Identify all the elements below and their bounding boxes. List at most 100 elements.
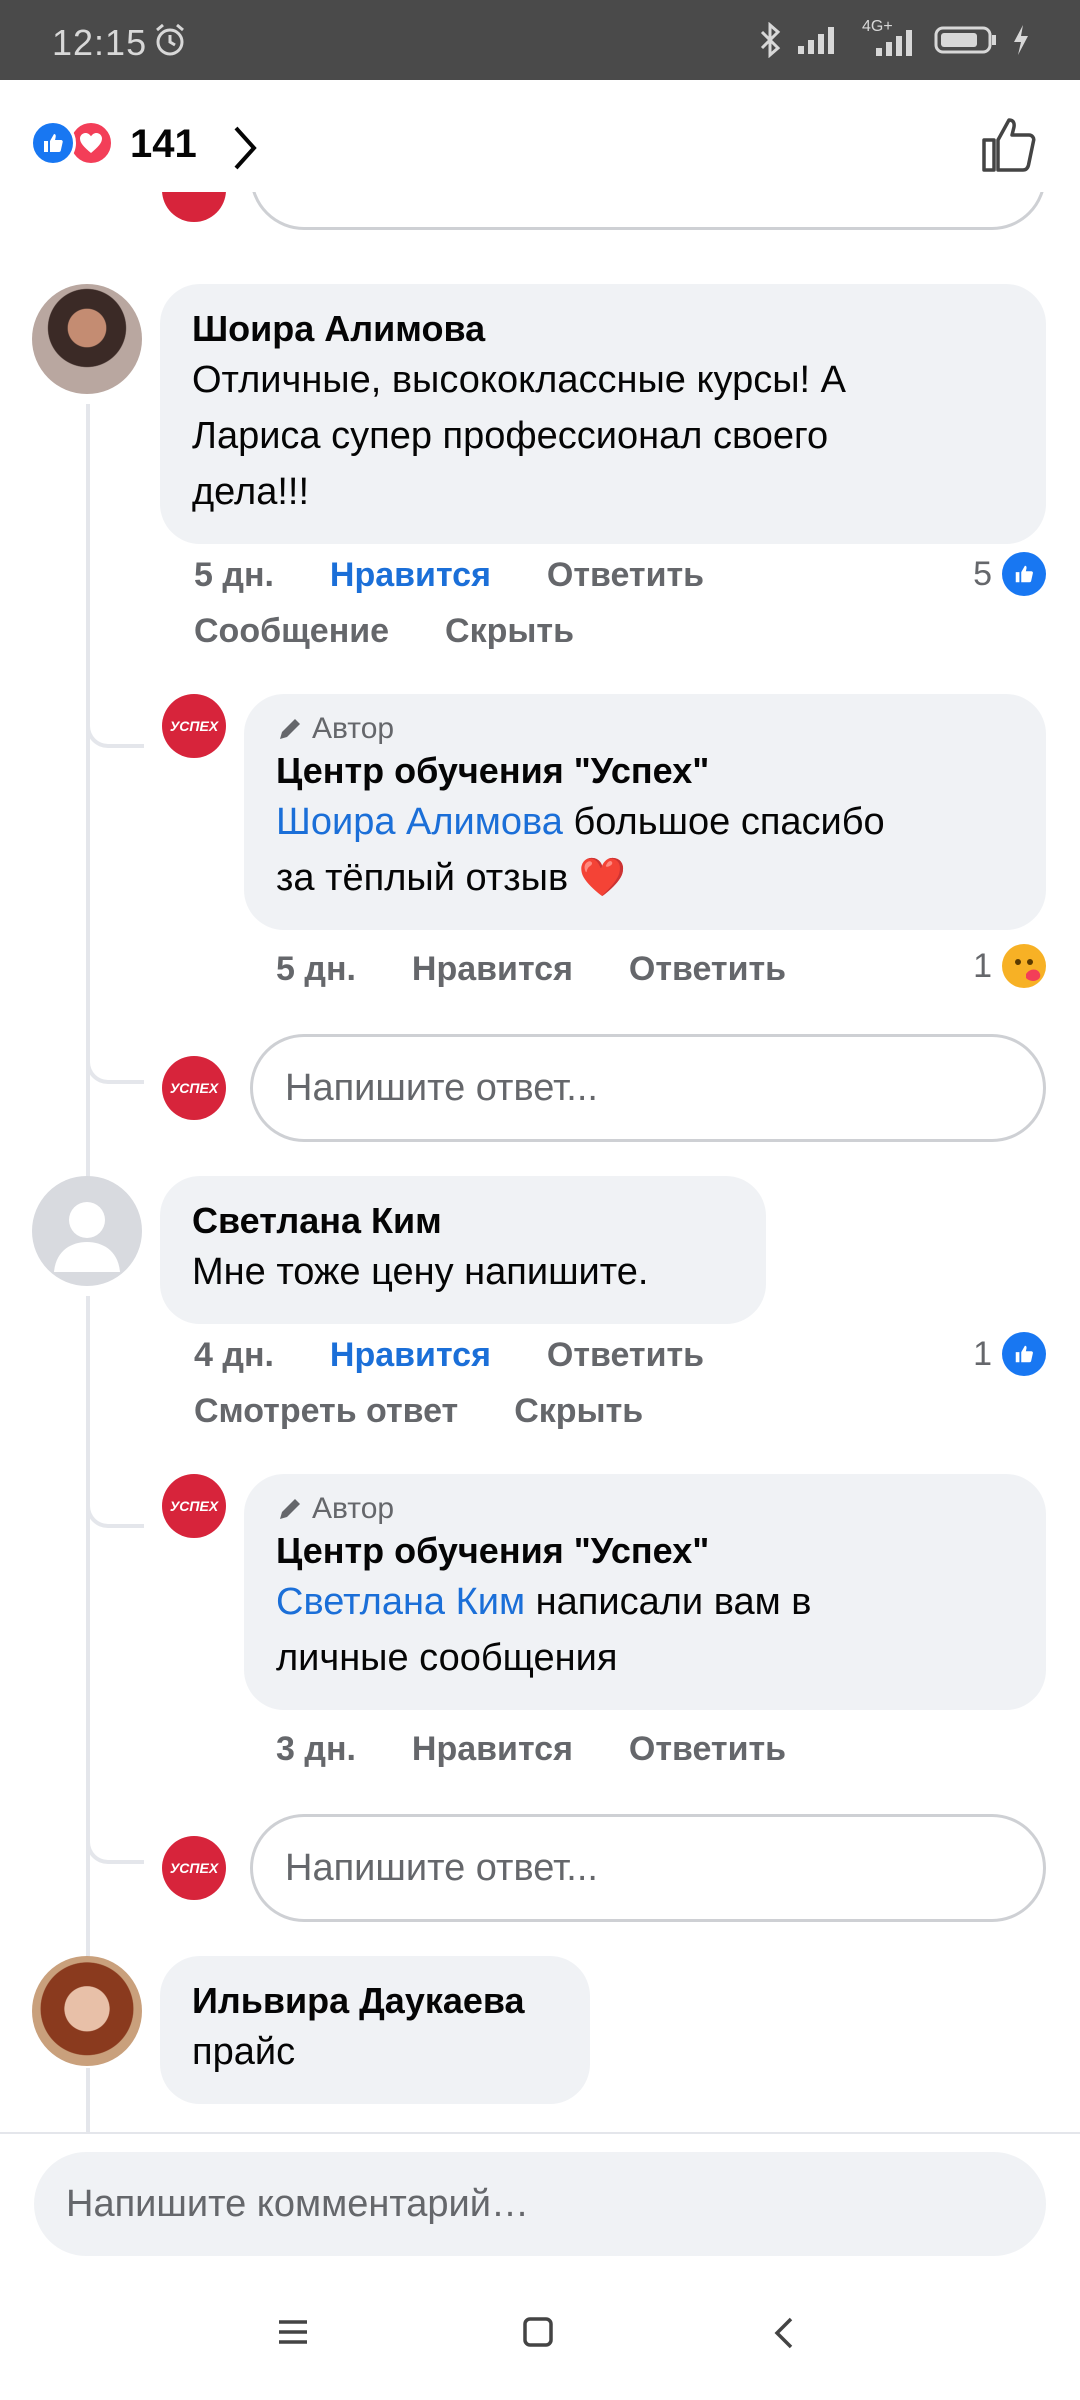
- reply-author[interactable]: Центр обучения "Успех": [276, 1528, 1014, 1574]
- menu-icon[interactable]: [276, 2316, 310, 2348]
- message-button[interactable]: Сообщение: [194, 612, 389, 651]
- like-button[interactable]: Нравится: [412, 1730, 573, 1769]
- comment-bubble[interactable]: Светлана Ким Мне тоже цену напишите.: [160, 1176, 766, 1324]
- like-button[interactable]: Нравится: [330, 556, 491, 595]
- reply-bubble[interactable]: Автор Центр обучения "Успех" Светлана Ки…: [244, 1474, 1046, 1710]
- page-avatar: УСПЕХ: [162, 1056, 226, 1120]
- author-badge: Автор: [276, 710, 1014, 748]
- author-badge: Автор: [276, 1490, 1014, 1528]
- reaction-summary[interactable]: [30, 120, 114, 166]
- like-icon: [1002, 552, 1046, 596]
- reaction-count[interactable]: 141: [130, 122, 197, 167]
- thread-connector: [86, 1824, 144, 1864]
- signal-4g-icon: 4G+: [854, 18, 920, 58]
- comment-text-line: Лариса супер профессионал своего: [192, 415, 829, 457]
- back-icon[interactable]: [772, 2316, 796, 2350]
- like-icon: [1002, 1332, 1046, 1376]
- reply-bubble[interactable]: Автор Центр обучения "Успех" Шоира Алимо…: [244, 694, 1046, 930]
- like-button[interactable]: Нравится: [412, 950, 573, 989]
- page-avatar[interactable]: УСПЕХ: [162, 694, 226, 758]
- logo-text: УСПЕХ: [169, 718, 219, 734]
- reply-text: Шоира Алимова большое спасибо: [276, 794, 1014, 850]
- home-icon[interactable]: [522, 2316, 554, 2348]
- thread-connector: [86, 1488, 144, 1528]
- comment-text: Мне тоже цену напишите.: [192, 1251, 649, 1293]
- comment-time: 5 дн.: [194, 556, 274, 594]
- author-label: Автор: [312, 712, 395, 745]
- comment-time: 4 дн.: [194, 1336, 274, 1374]
- reply-button[interactable]: Ответить: [547, 1336, 704, 1375]
- page-avatar[interactable]: УСПЕХ: [162, 1474, 226, 1538]
- battery-icon: [934, 26, 996, 54]
- page-avatar: УСПЕХ: [162, 1836, 226, 1900]
- thread-connector: [86, 708, 144, 748]
- reply-text: Светлана Ким написали вам в: [276, 1574, 1014, 1630]
- alarm-icon: [156, 23, 184, 56]
- author-label: Автор: [312, 1492, 395, 1525]
- reply-placeholder: Напишите ответ...: [285, 1846, 598, 1889]
- reply-input[interactable]: Напишите ответ...: [250, 1034, 1046, 1142]
- logo-text: УСПЕХ: [169, 1080, 219, 1096]
- comment-text-line: Отличные, высококлассные курсы! А: [192, 359, 846, 401]
- reply-time: 3 дн.: [276, 1730, 356, 1768]
- comments-feed[interactable]: Шоира Алимова Отличные, высококлассные к…: [0, 192, 1080, 2132]
- comment-text-line: дела!!!: [192, 471, 310, 513]
- bluetooth-icon: [760, 22, 781, 58]
- reply-text-part: большое спасибо: [562, 801, 885, 843]
- avatar[interactable]: [32, 1956, 142, 2066]
- hide-button[interactable]: Скрыть: [514, 1392, 643, 1431]
- reply-input[interactable]: Напишите ответ...: [250, 1814, 1046, 1922]
- comment-actions-extra: Сообщение Скрыть: [194, 612, 574, 651]
- mention-link[interactable]: Светлана Ким: [276, 1581, 525, 1623]
- reply-button[interactable]: Ответить: [629, 1730, 786, 1769]
- comment-placeholder: Напишите комментарий…: [66, 2182, 530, 2225]
- mention-link[interactable]: Шоира Алимова: [276, 801, 563, 843]
- comment-author[interactable]: Светлана Ким: [192, 1198, 734, 1244]
- hide-button[interactable]: Скрыть: [445, 612, 574, 651]
- comment-actions: 4 дн. Нравится Ответить: [194, 1336, 704, 1375]
- comment-author[interactable]: Шоира Алимова: [192, 306, 1014, 352]
- reaction-number: 1: [973, 946, 992, 985]
- comment-bubble[interactable]: Ильвира Даукаева прайс: [160, 1956, 590, 2104]
- signal-icon: [798, 27, 834, 54]
- reply-text-line2: за тёплый отзыв ❤️: [276, 857, 626, 899]
- reply-placeholder: Напишите ответ...: [285, 1066, 598, 1109]
- logo-text: УСПЕХ: [169, 1498, 219, 1514]
- chevron-right-icon[interactable]: [230, 124, 260, 172]
- page-avatar: [162, 192, 226, 222]
- care-reaction-icon: [1002, 944, 1046, 988]
- reaction-count-badge[interactable]: 1: [973, 1332, 1046, 1376]
- reaction-count-badge[interactable]: 1: [973, 944, 1046, 988]
- like-reaction-icon: [30, 120, 76, 166]
- comment-actions: 5 дн. Нравится Ответить: [194, 556, 704, 595]
- comment-input[interactable]: Напишите комментарий…: [34, 2152, 1046, 2256]
- avatar[interactable]: [32, 1176, 142, 1286]
- view-reply-button[interactable]: Смотреть ответ: [194, 1392, 458, 1431]
- comment-author[interactable]: Ильвира Даукаева: [192, 1978, 558, 2024]
- comment-composer-bar: Напишите комментарий…: [0, 2132, 1080, 2272]
- pencil-icon: [280, 1499, 300, 1519]
- reaction-count-badge[interactable]: 5: [973, 552, 1046, 596]
- reply-button[interactable]: Ответить: [629, 950, 786, 989]
- reply-text-line2: личные сообщения: [276, 1637, 618, 1679]
- reaction-number: 5: [973, 554, 992, 593]
- reply-actions: 3 дн. Нравится Ответить: [276, 1730, 786, 1769]
- thread-line: [86, 1296, 90, 1976]
- charging-icon: [1014, 25, 1028, 55]
- like-outline-icon[interactable]: [980, 116, 1038, 174]
- reply-author[interactable]: Центр обучения "Успех": [276, 748, 1014, 794]
- comment-bubble[interactable]: Шоира Алимова Отличные, высококлассные к…: [160, 284, 1046, 544]
- avatar[interactable]: [32, 284, 142, 394]
- system-nav-bar: [0, 2272, 1080, 2400]
- like-button[interactable]: Нравится: [330, 1336, 491, 1375]
- reply-text-part: написали вам в: [525, 1581, 812, 1623]
- reactions-header: 141: [0, 80, 1080, 192]
- reply-input-partial[interactable]: [250, 192, 1046, 230]
- thread-connector: [86, 1044, 144, 1084]
- comment-actions-extra: Смотреть ответ Скрыть: [194, 1392, 643, 1431]
- pencil-icon: [280, 719, 300, 739]
- reply-button[interactable]: Ответить: [547, 556, 704, 595]
- logo-text: УСПЕХ: [169, 1860, 219, 1876]
- reaction-number: 1: [973, 1334, 992, 1373]
- status-time: 12:15: [52, 22, 148, 63]
